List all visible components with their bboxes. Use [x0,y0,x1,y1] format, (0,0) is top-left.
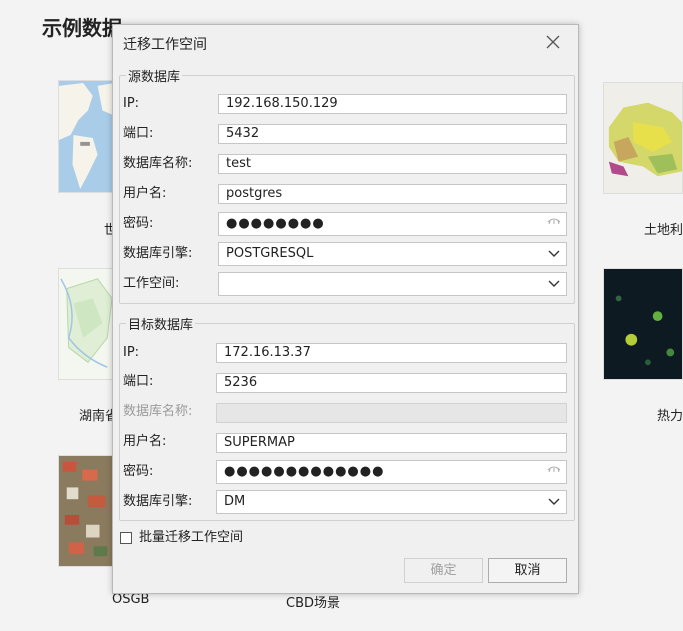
dialog-title: 迁移工作空间 [123,37,207,53]
batch-migrate-label[interactable]: 批量迁移工作空间 [139,528,243,548]
source-workspace-label: 工作空间: [123,276,180,291]
source-ip-input[interactable]: 192.168.150.129 [218,94,567,114]
source-engine-label: 数据库引擎: [123,246,193,261]
target-user-input[interactable]: SUPERMAP [216,433,567,453]
chevron-down-icon [548,280,560,287]
ok-button[interactable]: 确定 [404,558,483,583]
eye-icon[interactable] [547,217,561,227]
thumbnail-hunan[interactable] [58,268,115,380]
migrate-workspace-dialog: 迁移工作空间 源数据库 IP: 192.168.150.129 端口: 5432… [112,24,579,594]
target-engine-select[interactable]: DM [216,490,567,514]
source-engine-value: POSTGRESQL [226,246,314,261]
thumbnail-osgb[interactable] [58,455,115,567]
caption-land-use: 土地利 [644,223,683,238]
close-icon[interactable] [544,33,562,51]
thumbnail-land-use[interactable] [603,82,683,194]
target-password-label: 密码: [123,464,154,479]
batch-migrate-checkbox[interactable] [120,532,132,544]
source-dbname-label: 数据库名称: [123,156,193,171]
caption-heatmap: 热力 [657,409,683,424]
target-ip-input[interactable]: 172.16.13.37 [216,343,567,363]
target-dbname-label: 数据库名称: [123,404,193,419]
target-engine-value: DM [224,494,246,509]
target-port-label: 端口: [123,374,154,389]
thumbnail-heatmap[interactable] [603,268,683,380]
cancel-button[interactable]: 取消 [488,558,567,583]
source-password-label: 密码: [123,216,154,231]
chevron-down-icon [548,498,560,505]
target-password-value: ●●●●●●●●●●●●● [224,464,385,479]
target-user-label: 用户名: [123,434,167,449]
caption-osgb: OSGB [112,592,150,607]
target-ip-label: IP: [123,345,140,360]
page-title: 示例数据 [42,16,122,40]
target-dbname-input [216,403,567,423]
source-port-input[interactable]: 5432 [218,124,567,144]
eye-icon[interactable] [547,465,561,475]
source-password-value: ●●●●●●●● [226,216,325,231]
source-password-input[interactable]: ●●●●●●●● [218,212,567,236]
source-port-label: 端口: [123,126,154,141]
target-engine-label: 数据库引擎: [123,494,193,509]
target-database-legend: 目标数据库 [128,318,194,333]
source-workspace-select[interactable] [218,272,567,296]
source-database-legend: 源数据库 [128,70,181,85]
chevron-down-icon [548,250,560,257]
source-ip-label: IP: [123,96,140,111]
thumbnail-world-map[interactable] [58,80,115,193]
target-password-input[interactable]: ●●●●●●●●●●●●● [216,460,567,484]
caption-cbd: CBD场景 [286,596,341,611]
source-engine-select[interactable]: POSTGRESQL [218,242,567,266]
source-user-input[interactable]: postgres [218,184,567,204]
target-port-input[interactable]: 5236 [216,373,567,393]
source-dbname-input[interactable]: test [218,154,567,174]
source-user-label: 用户名: [123,186,167,201]
